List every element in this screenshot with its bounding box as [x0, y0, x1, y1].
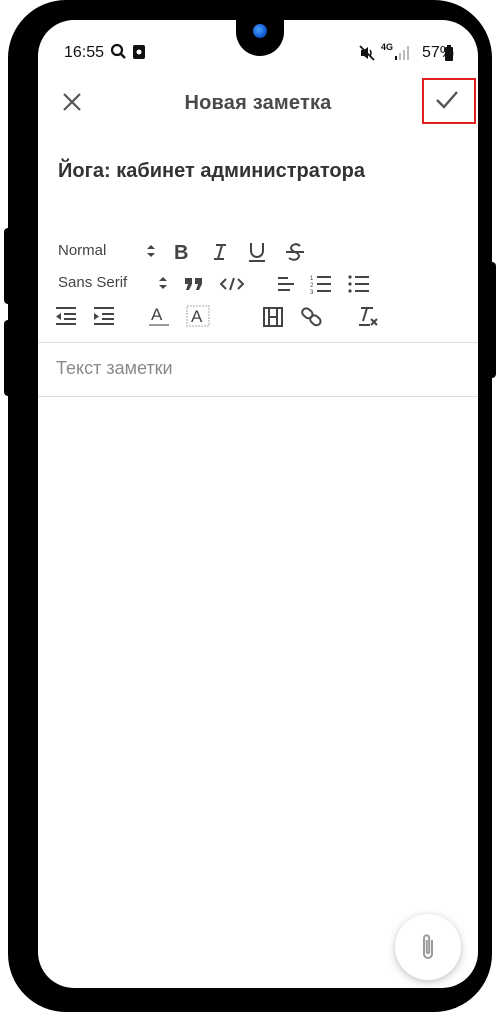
- battery-icon: [445, 45, 453, 61]
- mute-icon: [359, 45, 375, 61]
- underline-icon[interactable]: [246, 240, 268, 264]
- app-bar: Новая заметка: [38, 82, 478, 130]
- note-body-input[interactable]: Текст заметки: [56, 358, 173, 379]
- select-arrows-icon[interactable]: [146, 244, 156, 258]
- paperclip-icon: [423, 934, 433, 959]
- blockquote-icon[interactable]: [184, 276, 204, 292]
- bold-icon[interactable]: B: [172, 242, 192, 262]
- font-select[interactable]: Sans Serif: [58, 274, 127, 291]
- svg-text:A: A: [151, 305, 163, 324]
- svg-text:B: B: [174, 242, 188, 262]
- svg-text:3: 3: [310, 290, 314, 294]
- power-button: [488, 262, 496, 378]
- signal-icon: [395, 46, 409, 60]
- screenshot-status-icon: [133, 45, 145, 59]
- code-block-icon[interactable]: [220, 276, 244, 292]
- align-icon[interactable]: [276, 275, 296, 293]
- outdent-icon[interactable]: [54, 306, 78, 326]
- svg-text:1: 1: [310, 276, 314, 282]
- note-title[interactable]: Йога: кабинет администратора: [58, 160, 365, 183]
- heading-select[interactable]: Normal: [58, 242, 106, 259]
- attach-button[interactable]: [395, 914, 461, 980]
- front-camera: [236, 20, 284, 56]
- strikethrough-icon[interactable]: [284, 241, 306, 263]
- volume-button: [4, 228, 12, 304]
- indent-icon[interactable]: [92, 306, 116, 326]
- clear-format-icon[interactable]: [356, 304, 380, 328]
- page-title: Новая заметка: [184, 92, 332, 114]
- bixby-button: [4, 320, 12, 396]
- svg-text:A: A: [191, 307, 203, 326]
- link-icon[interactable]: [300, 305, 324, 329]
- svg-text:2: 2: [310, 283, 314, 289]
- check-icon[interactable]: [434, 86, 460, 112]
- text-color-icon[interactable]: A: [148, 304, 170, 328]
- phone-frame: 16:55 4G 57% Новая заметка Йога: кабинет…: [4, 0, 496, 1012]
- ordered-list-icon[interactable]: 1 2 3: [310, 274, 332, 294]
- body-divider: [38, 396, 478, 397]
- background-color-icon[interactable]: A: [186, 304, 210, 328]
- status-bar: 16:55 4G 57%: [38, 20, 478, 82]
- camera-lens: [253, 24, 267, 38]
- video-icon[interactable]: [262, 306, 284, 328]
- status-time: 16:55: [64, 44, 105, 61]
- italic-icon[interactable]: [210, 242, 230, 262]
- select-arrows-icon[interactable]: [158, 276, 168, 290]
- screen: 16:55 4G 57% Новая заметка Йога: кабинет…: [38, 20, 478, 988]
- toolbar-divider: [38, 342, 478, 343]
- bullet-list-icon[interactable]: [348, 274, 370, 294]
- network-label: 4G: [381, 42, 394, 52]
- search-status-icon: [110, 43, 126, 59]
